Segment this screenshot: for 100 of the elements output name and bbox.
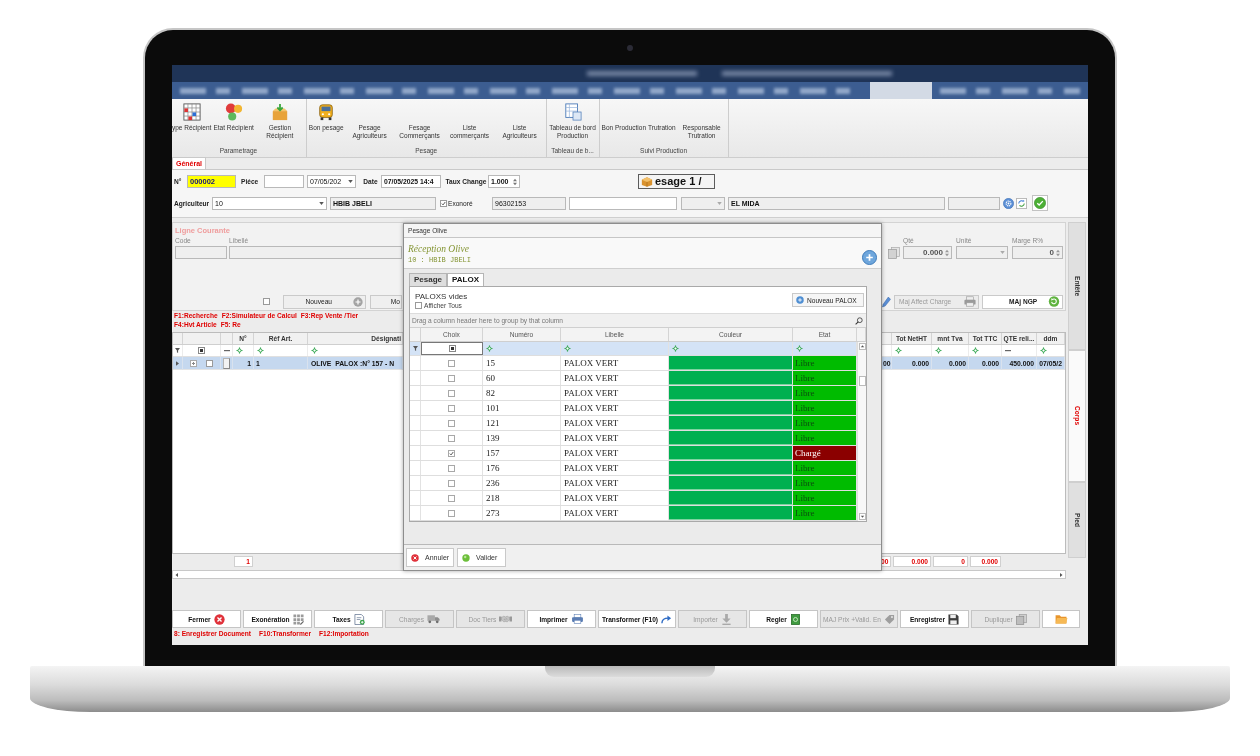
- scroll-up-icon[interactable]: [858, 343, 866, 350]
- cog-icon[interactable]: [972, 347, 979, 354]
- spinner-arrows-icon[interactable]: [513, 177, 517, 186]
- caret-icon[interactable]: [348, 180, 353, 183]
- checkbox[interactable]: [448, 494, 455, 502]
- status-cell: Libre: [793, 386, 857, 400]
- curved-arrow-icon: [661, 613, 673, 625]
- spinner-arrows-icon[interactable]: [945, 248, 949, 257]
- unit-dropdown[interactable]: [956, 246, 1008, 259]
- download-arrow-icon: [720, 613, 732, 625]
- plus-circle-icon: [353, 296, 363, 307]
- page-plus-icon: [353, 613, 365, 625]
- plus-circle-icon: [796, 296, 804, 304]
- checkbox[interactable]: [448, 389, 455, 397]
- text-field[interactable]: [264, 175, 304, 188]
- document-title: esage 1 /: [655, 175, 702, 188]
- quantity-field[interactable]: 0.000: [903, 246, 952, 259]
- horizontal-scrollbar[interactable]: [172, 570, 1066, 579]
- dash-icon[interactable]: [223, 349, 230, 352]
- checkbox[interactable]: [448, 359, 455, 367]
- close-icon: [213, 613, 225, 625]
- status-cell: Libre: [793, 506, 857, 520]
- checkbox[interactable]: [448, 509, 455, 517]
- table-cell: 157: [483, 446, 561, 460]
- status-cell: Libre: [793, 401, 857, 415]
- checkbox[interactable]: [448, 464, 455, 472]
- confirm-button[interactable]: [1032, 195, 1048, 211]
- cog-icon[interactable]: [486, 345, 493, 352]
- spinner-arrows-icon[interactable]: [1056, 248, 1060, 257]
- box-icon: [641, 176, 653, 187]
- checkbox[interactable]: [448, 434, 455, 442]
- table-cell: 236: [483, 476, 561, 490]
- table-cell: 121: [483, 416, 561, 430]
- cog-icon[interactable]: [1040, 347, 1047, 354]
- status-cell: Libre: [793, 356, 857, 370]
- text-field[interactable]: [948, 196, 1000, 210]
- circles-icon: [224, 103, 243, 121]
- text-field[interactable]: [569, 196, 677, 210]
- cog-icon[interactable]: [895, 347, 902, 354]
- plus-circle-icon[interactable]: [862, 250, 877, 265]
- box-icon: [270, 103, 289, 121]
- printer-icon: [964, 296, 976, 307]
- cog-icon[interactable]: [236, 347, 243, 354]
- settings-icon[interactable]: [1003, 197, 1014, 209]
- cog-icon[interactable]: [311, 347, 318, 354]
- label-field[interactable]: [229, 246, 402, 259]
- dropdown-field[interactable]: [681, 196, 725, 210]
- handshake-icon: [499, 614, 513, 624]
- refresh-icon[interactable]: [1016, 197, 1027, 209]
- status-cell: Libre: [793, 491, 857, 505]
- scroll-down-icon[interactable]: [858, 513, 866, 520]
- copy-icon[interactable]: [888, 246, 900, 259]
- dot-icon: [462, 553, 470, 562]
- margin-field[interactable]: 0: [1012, 246, 1063, 259]
- row-button[interactable]: [223, 358, 230, 369]
- checkbox[interactable]: [448, 479, 455, 487]
- checkbox[interactable]: [415, 301, 422, 309]
- checkbox[interactable]: [448, 374, 455, 382]
- scroll-left-icon[interactable]: [174, 571, 180, 578]
- grid-icon: [182, 103, 201, 121]
- vertical-scrollbar[interactable]: [857, 342, 866, 521]
- checkbox[interactable]: [448, 449, 455, 457]
- cog-icon[interactable]: [796, 345, 803, 352]
- status-cell: Libre: [793, 476, 857, 490]
- status-cell: Libre: [793, 431, 857, 445]
- status-cell: Chargé: [793, 446, 857, 460]
- cog-icon[interactable]: [564, 345, 571, 352]
- table-cell: 101: [483, 401, 561, 415]
- filter-icon[interactable]: [175, 348, 180, 353]
- search-icon[interactable]: [855, 316, 863, 325]
- dash-icon[interactable]: [1005, 349, 1011, 352]
- checkbox[interactable]: [440, 199, 447, 207]
- table-cell: 15: [483, 356, 561, 370]
- caret-icon[interactable]: [319, 201, 324, 205]
- scroll-right-icon[interactable]: [1058, 571, 1064, 578]
- truck-icon: [426, 614, 440, 624]
- status-cell: Libre: [793, 416, 857, 430]
- toolbar-button[interactable]: [1042, 610, 1080, 628]
- cog-icon[interactable]: [672, 345, 679, 352]
- section-title: PALOXS vides: [415, 291, 468, 302]
- checkbox[interactable]: [206, 360, 214, 367]
- scrollbar-thumb[interactable]: [858, 376, 866, 386]
- checkbox[interactable]: [448, 419, 455, 427]
- status-cell: Libre: [793, 371, 857, 385]
- checkbox[interactable]: [448, 404, 455, 412]
- cog-icon[interactable]: [257, 347, 264, 354]
- refresh-icon: [1048, 296, 1060, 307]
- table-cell: 218: [483, 491, 561, 505]
- status-cell: Libre: [793, 461, 857, 475]
- filter-checkbox[interactable]: [198, 347, 205, 354]
- tag-icon: [884, 613, 895, 625]
- tab[interactable]: PALOX: [447, 273, 484, 286]
- checkbox[interactable]: [263, 298, 270, 305]
- cog-icon[interactable]: [935, 347, 942, 354]
- table-cell: 176: [483, 461, 561, 475]
- code-field[interactable]: [175, 246, 227, 259]
- grid-icon: [292, 613, 304, 625]
- expand-icon[interactable]: [189, 360, 197, 367]
- tab[interactable]: Pesage: [409, 273, 448, 286]
- filter-checkbox[interactable]: [421, 342, 483, 355]
